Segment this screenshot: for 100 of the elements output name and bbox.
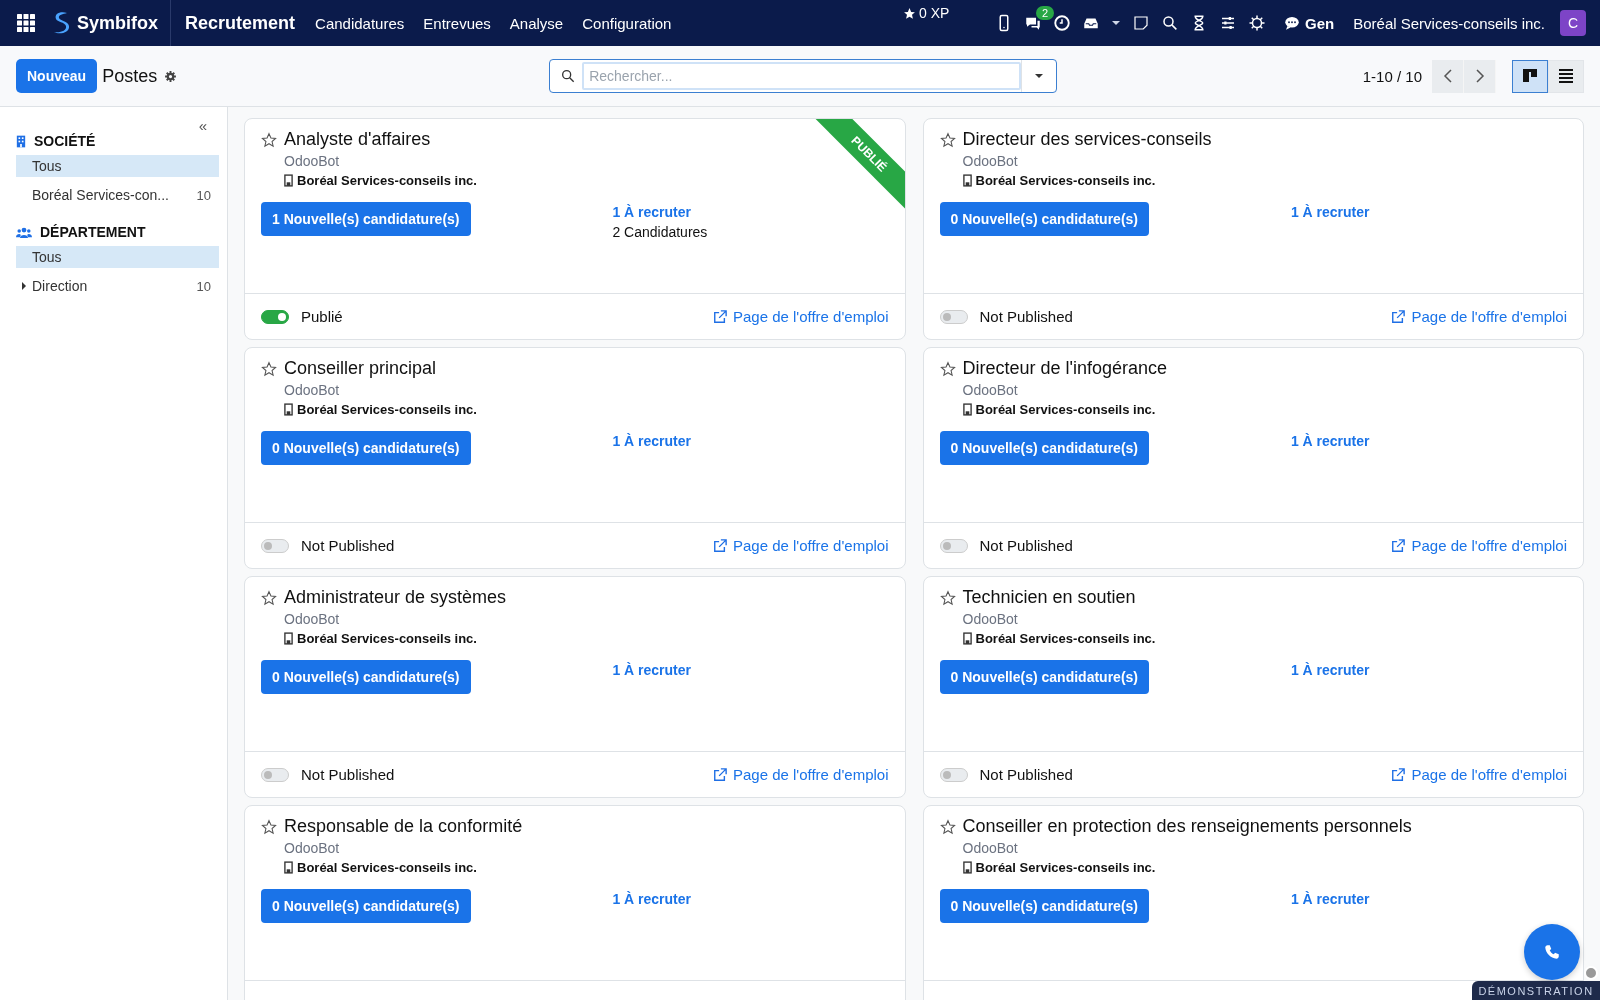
job-card[interactable]: Administrateur de systèmes OdooBot Boréal Services-conseils inc. 0 Nouvelle(s) candidature(s) 1 À recruter Not Published Page de l'offre d'emploi	[244, 576, 906, 798]
favorite-star-icon[interactable]	[939, 360, 956, 377]
chevron-left-icon	[1442, 68, 1453, 84]
favorite-star-icon[interactable]	[261, 360, 277, 377]
job-page-link[interactable]: Page de l'offre d'emploi	[1391, 766, 1567, 783]
new-applications-button[interactable]: 0 Nouvelle(s) candidature(s)	[261, 660, 471, 694]
kanban-view-button[interactable]	[1512, 59, 1548, 93]
company-name: Boréal Services-conseils inc.	[975, 402, 1156, 417]
building-icon	[284, 403, 293, 416]
publish-toggle[interactable]	[939, 538, 968, 553]
company-name: Boréal Services-conseils inc.	[297, 402, 477, 417]
filter-item[interactable]: Tous	[16, 155, 219, 177]
job-card[interactable]: Directeur des services-conseils OdooBot Boréal Services-conseils inc. 0 Nouvelle(s) candidature(s) 1 À recruter Not Published Page de l'offre d'emploi	[922, 118, 1584, 340]
caret-icon	[1034, 71, 1045, 81]
new-applications-button[interactable]: 0 Nouvelle(s) candidature(s)	[261, 889, 471, 923]
job-title: Technicien en soutien	[962, 587, 1136, 608]
new-applications-button[interactable]: 0 Nouvelle(s) candidature(s)	[939, 660, 1149, 694]
filter-label: Direction	[32, 278, 88, 294]
chat-bubble-icon[interactable]	[1283, 14, 1302, 32]
job-page-link[interactable]: Page de l'offre d'emploi	[712, 537, 889, 554]
external-link-icon	[1391, 309, 1406, 324]
to-recruit-link[interactable]: 1 À recruter	[612, 433, 889, 449]
building-icon	[962, 632, 972, 645]
new-button[interactable]: Nouveau	[16, 59, 98, 93]
filter-item[interactable]: Tous	[16, 246, 219, 268]
job-title: Conseiller principal	[284, 358, 437, 379]
to-recruit-link[interactable]: 1 À recruter	[612, 662, 889, 678]
applications-link[interactable]: 2 Candidatures	[612, 224, 889, 240]
job-page-link[interactable]: Page de l'offre d'emploi	[712, 766, 889, 783]
owner-name: OdooBot	[962, 153, 1019, 169]
publish-toggle[interactable]	[939, 767, 968, 782]
page-title: Postes	[102, 65, 158, 87]
job-card[interactable]: Conseiller principal OdooBot Boréal Services-conseils inc. 0 Nouvelle(s) candidature(s) 1 À recruter Not Published Page de l'offre d'emploi	[244, 347, 906, 569]
new-applications-button[interactable]: 1 Nouvelle(s) candidature(s)	[261, 202, 471, 236]
note-icon[interactable]	[1132, 14, 1151, 32]
clock-icon[interactable]	[1053, 14, 1072, 32]
filter-item[interactable]: Boréal Services-con... 10	[16, 184, 219, 206]
favorite-star-icon[interactable]	[939, 589, 956, 606]
previous-button[interactable]	[1432, 59, 1464, 93]
building-icon	[962, 174, 972, 187]
to-recruit-link[interactable]: 1 À recruter	[1290, 662, 1567, 678]
new-applications-button[interactable]: 0 Nouvelle(s) candidature(s)	[261, 431, 471, 465]
publish-toggle[interactable]	[261, 309, 289, 324]
search-field[interactable]: Rechercher...	[582, 62, 1022, 90]
job-page-link[interactable]: Page de l'offre d'emploi	[1391, 308, 1567, 325]
publish-status: Not Published	[979, 537, 1073, 554]
favorite-star-icon[interactable]	[261, 589, 277, 606]
job-card[interactable]: Directeur de l'infogérance OdooBot Boréal Services-conseils inc. 0 Nouvelle(s) candidature(s) 1 À recruter Not Published Page de l'offre d'emploi	[922, 347, 1584, 569]
collapse-button[interactable]: «	[198, 117, 207, 134]
people-icon	[16, 225, 32, 239]
menu-item[interactable]: Candidatures	[315, 14, 405, 32]
owner-name: OdooBot	[284, 611, 341, 627]
new-applications-button[interactable]: 0 Nouvelle(s) candidature(s)	[939, 202, 1149, 236]
gear-icon[interactable]	[164, 69, 178, 83]
search-icon[interactable]	[1161, 14, 1180, 32]
to-recruit-link[interactable]: 1 À recruter	[1290, 433, 1567, 449]
publish-toggle[interactable]	[939, 309, 968, 324]
caret-icon[interactable]	[1111, 18, 1122, 28]
favorite-star-icon[interactable]	[939, 818, 956, 835]
favorite-star-icon[interactable]	[261, 818, 277, 835]
publish-toggle[interactable]	[261, 538, 289, 553]
user-avatar[interactable]: C	[1560, 10, 1586, 36]
to-recruit-link[interactable]: 1 À recruter	[612, 891, 889, 907]
job-page-link[interactable]: Page de l'offre d'emploi	[712, 308, 889, 325]
app-title[interactable]: Recrutement	[185, 12, 296, 34]
company-name: Boréal Services-conseils inc.	[297, 173, 477, 188]
menu-item[interactable]: Analyse	[509, 14, 564, 32]
menu-item[interactable]: Entrevues	[423, 14, 491, 32]
publish-toggle[interactable]	[261, 767, 289, 782]
filter-item[interactable]: Direction 10	[16, 275, 219, 297]
building-icon	[284, 632, 293, 645]
to-recruit-link[interactable]: 1 À recruter	[1290, 891, 1567, 907]
company-name: Boréal Services-conseils inc.	[975, 860, 1156, 875]
list-view-button[interactable]	[1548, 59, 1584, 93]
apps-menu-icon[interactable]	[17, 14, 35, 32]
new-applications-button[interactable]: 0 Nouvelle(s) candidature(s)	[939, 431, 1149, 465]
new-applications-button[interactable]: 0 Nouvelle(s) candidature(s)	[939, 889, 1149, 923]
publish-status: Not Published	[979, 766, 1073, 783]
favorite-star-icon[interactable]	[939, 131, 956, 148]
job-page-link[interactable]: Page de l'offre d'emploi	[1391, 537, 1567, 554]
section-title: SOCIÉTÉ	[34, 133, 96, 149]
favorite-star-icon[interactable]	[261, 131, 277, 148]
job-card[interactable]: Responsable de la conformité OdooBot Boréal Services-conseils inc. 0 Nouvelle(s) candidature(s) 1 À recruter	[244, 805, 906, 1000]
list-icon	[1558, 68, 1574, 84]
menu-item[interactable]: Configuration	[582, 14, 672, 32]
to-recruit-link[interactable]: 1 À recruter	[1290, 204, 1567, 220]
job-title: Administrateur de systèmes	[284, 587, 507, 608]
brand-name: Symbifox	[77, 12, 159, 34]
external-link-icon	[712, 538, 727, 553]
job-title: Responsable de la conformité	[284, 816, 523, 837]
chat-label[interactable]: Gen	[1305, 14, 1335, 32]
company-switcher[interactable]: Boréal Services-conseils inc.	[1353, 14, 1545, 32]
publish-status: Not Published	[301, 766, 395, 783]
demo-badge: DÉMONSTRATION	[1472, 981, 1600, 1000]
building-icon	[962, 403, 972, 416]
job-title: Analyste d'affaires	[284, 129, 431, 150]
building-icon	[962, 861, 972, 874]
star-icon	[903, 6, 916, 20]
job-card[interactable]: Technicien en soutien OdooBot Boréal Services-conseils inc. 0 Nouvelle(s) candidature(s) 1 À recruter Not Published Page de l'offre d'emploi	[922, 576, 1584, 798]
company-name: Boréal Services-conseils inc.	[975, 173, 1156, 188]
